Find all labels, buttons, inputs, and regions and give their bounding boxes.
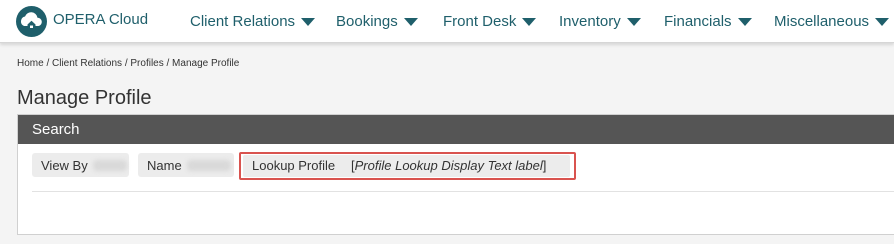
lookup-profile-value: [Profile Lookup Display Text label] (351, 158, 546, 173)
view-by-label: View By (41, 157, 88, 173)
nav-label: Miscellaneous (774, 12, 870, 30)
nav-label: Front Desk (443, 12, 517, 30)
top-nav-bar: OPERA Cloud Client Relations Bookings Fr… (0, 0, 894, 43)
nav-label: Client Relations (190, 12, 296, 30)
lookup-profile-chip[interactable]: Lookup Profile [Profile Lookup Display T… (243, 155, 570, 177)
name-label: Name (147, 157, 182, 173)
nav-inventory[interactable]: Inventory (559, 11, 641, 31)
chevron-down-icon (875, 17, 890, 26)
nav-front-desk[interactable]: Front Desk (443, 11, 537, 31)
chevron-down-icon (522, 17, 537, 26)
name-value-redacted (186, 159, 231, 171)
app-name[interactable]: OPERA Cloud (53, 11, 148, 28)
page-title: Manage Profile (17, 87, 152, 109)
lookup-bracket-close: ] (542, 158, 547, 173)
chevron-down-icon (737, 17, 752, 26)
cloud-home-icon[interactable] (16, 6, 47, 37)
lookup-profile-highlight: Lookup Profile [Profile Lookup Display T… (239, 152, 576, 180)
chevron-down-icon (626, 17, 641, 26)
breadcrumb[interactable]: Home / Client Relations / Profiles / Man… (17, 58, 239, 69)
nav-miscellaneous[interactable]: Miscellaneous (774, 11, 890, 31)
name-filter-chip[interactable]: Name (138, 153, 234, 177)
divider (32, 191, 894, 192)
lookup-profile-label: Lookup Profile (252, 158, 336, 173)
chevron-down-icon (301, 17, 316, 26)
nav-label: Inventory (559, 12, 621, 30)
search-panel-header[interactable]: Search (18, 115, 894, 144)
view-by-value-redacted (92, 159, 127, 171)
nav-financials[interactable]: Financials (664, 11, 752, 31)
view-by-filter-chip[interactable]: View By (32, 153, 129, 177)
nav-label: Bookings (336, 12, 398, 30)
nav-client-relations[interactable]: Client Relations (190, 11, 316, 31)
nav-label: Financials (664, 12, 732, 30)
lookup-display-text: Profile Lookup Display Text label (354, 158, 543, 173)
chevron-down-icon (403, 17, 418, 26)
search-panel-title: Search (32, 121, 80, 138)
search-panel: Search View By Name Lookup Profile [Prof… (17, 114, 894, 235)
nav-bookings[interactable]: Bookings (336, 11, 418, 31)
